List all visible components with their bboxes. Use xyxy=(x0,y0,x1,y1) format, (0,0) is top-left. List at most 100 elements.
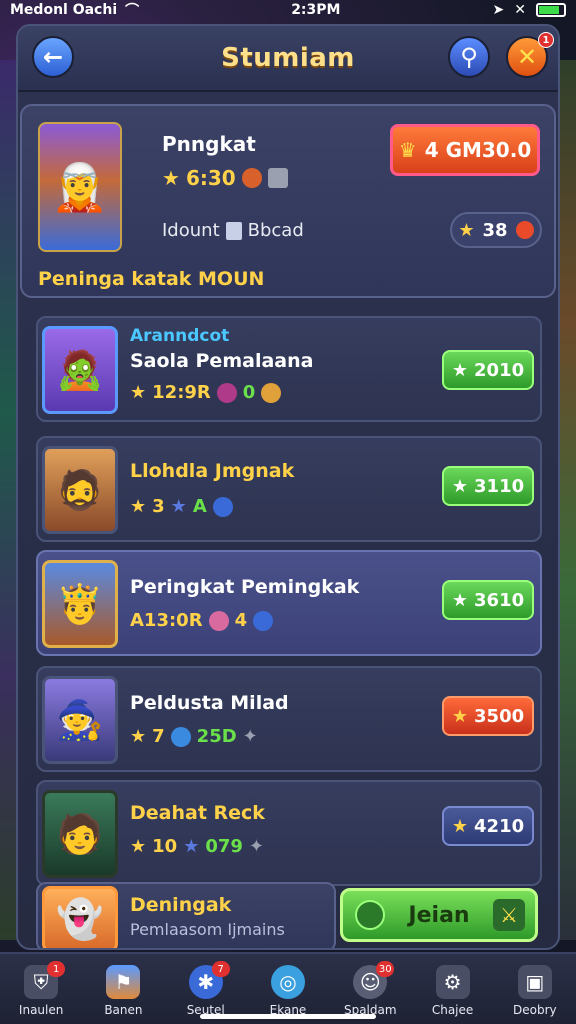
nav-label: Inaulen xyxy=(18,1003,64,1017)
list-item-buy-button[interactable]: ★ 4210 xyxy=(442,806,534,846)
list-avatar: 🧑 xyxy=(42,790,118,878)
nav-label: Chajee xyxy=(431,1003,474,1017)
featured-meta-value: Bbcad xyxy=(247,220,304,241)
hero-portrait-icon: 🤴 xyxy=(56,581,104,626)
header-bar: ← Stumiam ⚲ ✕ 1 xyxy=(18,26,558,92)
close-icon: ✕ xyxy=(516,43,538,71)
list-avatar: 🤴 xyxy=(42,560,118,648)
orb-icon xyxy=(241,168,262,188)
star-icon: ★ xyxy=(130,496,147,517)
list-item-price: 3500 xyxy=(474,705,525,727)
hero-portrait-icon: 🧙 xyxy=(56,697,104,742)
star-blue-icon: ★ xyxy=(183,836,200,857)
list-item-price: 4210 xyxy=(474,815,525,837)
nav-item-inaulen[interactable]: ⛨ 1 Inaulen xyxy=(1,961,81,1017)
nav-label: Banen xyxy=(104,1003,143,1017)
list-item-stat-extra: 0 xyxy=(242,382,256,403)
nav-item-seutel[interactable]: ✱ 7 Seutel xyxy=(166,961,246,1017)
list-item-price: 3110 xyxy=(474,475,525,497)
mask-icon xyxy=(208,610,229,631)
crystal-icon xyxy=(253,610,274,631)
list-avatar: 🧙 xyxy=(42,676,118,764)
list-item-stat-extra: 25D xyxy=(196,726,237,747)
nav-item-chajee[interactable]: ⚙ Chajee xyxy=(413,965,493,1017)
back-button[interactable]: ← xyxy=(32,36,74,78)
nav-badge: 7 xyxy=(211,961,230,977)
join-button[interactable]: Jeian ⚔ xyxy=(340,888,538,942)
list-item-buy-button[interactable]: ★ 2010 xyxy=(442,350,534,390)
list-item-stats: ★ 12:9R 0 xyxy=(130,382,282,403)
featured-stats: ★ 6:30 xyxy=(162,166,288,190)
featured-name: Pnngkat xyxy=(162,132,256,156)
hero-portrait-icon: 🧑 xyxy=(56,811,104,856)
star-icon: ★ xyxy=(130,726,147,747)
star-icon: ★ xyxy=(130,836,147,857)
carrier-text: Medonl Oachi xyxy=(10,2,118,18)
page-title: Stumiam xyxy=(221,43,355,73)
stone-icon xyxy=(267,168,288,188)
close-button[interactable]: ✕ 1 xyxy=(506,32,554,78)
status-bar: Medonl Oachi ⌒ 2:3PM ➤ ✕ xyxy=(0,0,576,20)
partial-item-name: Deningak xyxy=(130,894,232,916)
partial-item-sub: Pemlaasom Ijmains xyxy=(130,920,285,939)
featured-price-button[interactable]: ♛ 4 GM30.0 xyxy=(390,124,540,176)
shield-blue-icon xyxy=(170,726,191,747)
list-avatar: 🧟 xyxy=(42,326,118,414)
star-icon: ★ xyxy=(451,359,469,381)
nav-item-banen[interactable]: ⚑ Banen xyxy=(83,965,163,1017)
ghost-icon: 👻 xyxy=(56,896,104,941)
coin-icon xyxy=(261,382,282,403)
gear-icon: ⚙ xyxy=(435,965,470,999)
list-item-stats: ★ 7 25D ✦ xyxy=(130,726,258,747)
list-item-name: Peringkat Pemingkak xyxy=(130,576,360,598)
star-icon: ★ xyxy=(451,475,469,497)
nav-item-deobry[interactable]: ▣ Deobry xyxy=(495,965,575,1017)
nav-label: Deobry xyxy=(513,1003,557,1017)
nav-badge: 1 xyxy=(47,961,66,977)
list-item-stat: 7 xyxy=(152,726,165,747)
home-indicator[interactable] xyxy=(200,1014,376,1019)
star-icon: ★ xyxy=(451,589,469,611)
search-button[interactable]: ⚲ xyxy=(448,36,490,78)
list-item-name: Llohdla Jmgnak xyxy=(130,460,295,482)
featured-score-value: 38 xyxy=(482,219,508,241)
nav-item-spaldam[interactable]: ☺ 30 Spaldam xyxy=(330,961,410,1017)
crown-icon: ♛ xyxy=(398,138,417,162)
star-icon: ★ xyxy=(451,705,469,727)
featured-card[interactable]: 🧝 Pnngkat ★ 6:30 Idount Bbcad Peninga ka… xyxy=(20,104,556,298)
search-icon: ⚲ xyxy=(460,43,478,71)
close-badge: 1 xyxy=(538,32,554,48)
list-item-tag: Aranndcot xyxy=(130,326,230,346)
list-item-stat-extra: A xyxy=(192,496,207,517)
list-item-stat: 10 xyxy=(152,836,178,857)
list-item-buy-button[interactable]: ★ 3610 xyxy=(442,580,534,620)
banner-icon: ⚑ xyxy=(106,965,141,999)
list-item-price: 3610 xyxy=(474,589,525,611)
list-item-stats: A13:0R 4 xyxy=(130,610,274,631)
list-avatar: 👻 xyxy=(42,886,118,948)
list-item[interactable]: 🤴 Peringkat Pemingkak A13:0R 4 ★ 3610 xyxy=(36,550,542,656)
nav-item-ekane[interactable]: ◎ Ekane xyxy=(248,965,328,1017)
featured-score: ★ 38 xyxy=(450,212,542,248)
wifi-icon: ⌒ xyxy=(125,3,140,19)
list-item[interactable]: 🧙 Peldusta Milad ★ 7 25D ✦ ★ 3500 xyxy=(36,666,542,772)
list-item-buy-button[interactable]: ★ 3500 xyxy=(442,696,534,736)
list-item[interactable]: 🧑 Deahat Reck ★ 10 ★ 079 ✦ ★ 4210 xyxy=(36,780,542,886)
main-panel: ← Stumiam ⚲ ✕ 1 🧝 Pnngkat ★ 6:30 Idount … xyxy=(16,24,560,950)
crystal-icon xyxy=(212,496,233,517)
location-icon: ➤ xyxy=(492,2,505,18)
list-item-name: Deahat Reck xyxy=(130,802,265,824)
potion-icon xyxy=(216,382,237,403)
list-item[interactable]: 🧟 Aranndcot Saola Pemalaana ★ 12:9R 0 ★ … xyxy=(36,316,542,422)
star-icon: ★ xyxy=(162,166,180,190)
card-icon xyxy=(225,221,242,240)
featured-meta: Idount Bbcad xyxy=(162,220,304,241)
star-icon: ★ xyxy=(458,219,475,241)
star-icon: ★ xyxy=(451,815,469,837)
partial-list-item[interactable]: 👻 Deningak Pemlaasom Ijmains xyxy=(36,882,336,948)
list-item-buy-button[interactable]: ★ 3110 xyxy=(442,466,534,506)
list-item-name: Saola Pemalaana xyxy=(130,350,314,372)
list-item-stats: ★ 3 ★ A xyxy=(130,496,233,517)
list-item[interactable]: 🧔 Llohdla Jmgnak ★ 3 ★ A ★ 3110 xyxy=(36,436,542,542)
swords-icon: ⚔ xyxy=(493,899,525,931)
